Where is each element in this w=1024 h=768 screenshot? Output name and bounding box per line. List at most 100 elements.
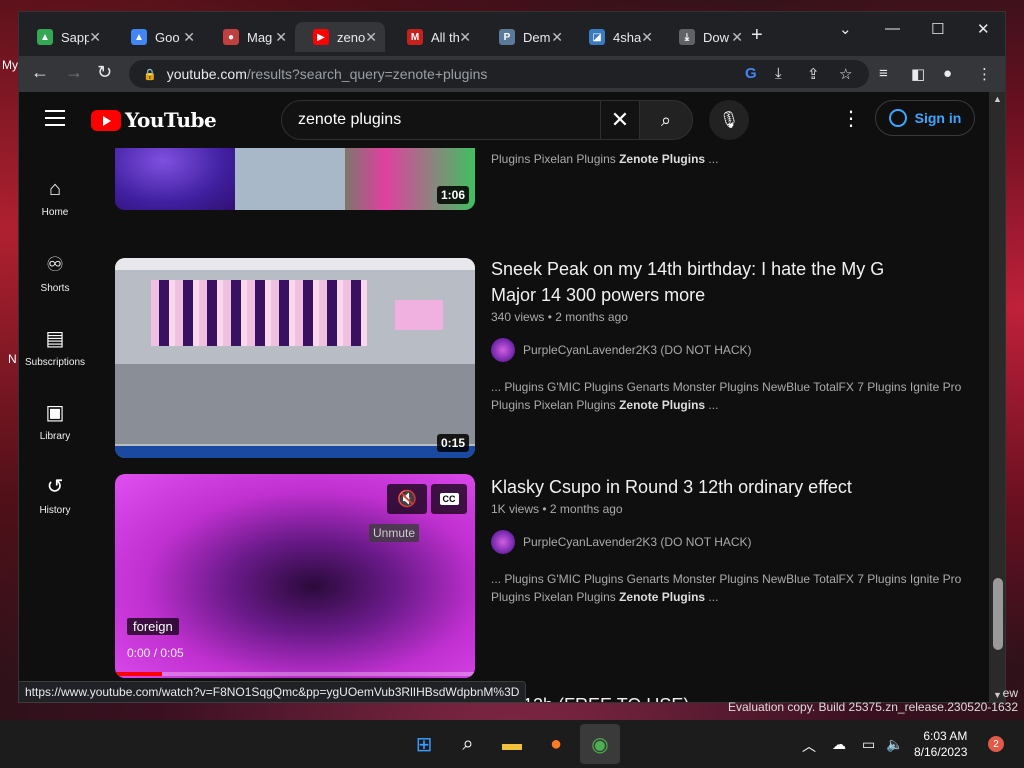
close-tab-icon[interactable]: ✕ xyxy=(551,29,563,46)
browser-tab[interactable]: ▲ Sapp ✕ xyxy=(19,22,109,52)
close-tab-icon[interactable]: ✕ xyxy=(365,29,377,46)
scroll-down-icon[interactable]: ▼ xyxy=(993,690,1002,700)
captions-button[interactable]: CC xyxy=(431,484,467,514)
media-controls-icon[interactable]: ≡ xyxy=(879,65,888,82)
close-window-button[interactable]: ✕ xyxy=(977,20,990,38)
guide-item-home[interactable]: ⌂ Home xyxy=(19,178,91,218)
tab-title: zeno xyxy=(337,29,365,45)
minimize-button[interactable]: — xyxy=(885,20,900,37)
desktop-icon-label-2: N xyxy=(8,352,17,366)
youtube-logo[interactable]: YouTube xyxy=(91,108,217,132)
close-tab-icon[interactable]: ✕ xyxy=(731,29,743,46)
channel-avatar[interactable] xyxy=(491,530,515,554)
guide-item-label: Library xyxy=(39,431,71,442)
close-tab-icon[interactable]: ✕ xyxy=(641,29,653,46)
video-snippet: ... Plugins G'MIC Plugins Genarts Monste… xyxy=(491,378,971,414)
menu-icon[interactable] xyxy=(45,110,65,131)
snippet-text: ... xyxy=(705,398,719,412)
channel-link[interactable]: PurpleCyanLavender2K3 (DO NOT HACK) xyxy=(491,530,752,554)
browser-tab[interactable]: P Dem ✕ xyxy=(481,22,571,52)
close-tab-icon[interactable]: ✕ xyxy=(459,29,471,46)
file-explorer-icon[interactable]: ▬ xyxy=(498,730,526,758)
close-tab-icon[interactable]: ✕ xyxy=(89,29,101,46)
scrollbar-thumb[interactable] xyxy=(993,578,1003,650)
tab-favicon-icon: ▶ xyxy=(313,29,329,45)
lock-icon: 🔒 xyxy=(143,68,157,81)
network-icon[interactable]: ▭ xyxy=(862,736,875,753)
back-button[interactable]: ← xyxy=(31,62,49,83)
close-tab-icon[interactable]: ✕ xyxy=(183,29,195,46)
share-icon[interactable]: ⇪ xyxy=(807,65,820,83)
tab-title: Sapp xyxy=(61,29,89,45)
chrome-taskbar-icon[interactable]: ◉ xyxy=(580,724,620,764)
guide-item-label: History xyxy=(39,505,71,516)
profile-icon[interactable]: ● xyxy=(943,65,952,82)
install-app-icon[interactable]: ⤓ xyxy=(775,65,782,82)
video-title-line: Major 14 300 powers more xyxy=(491,285,706,305)
youtube-logo-text: YouTube xyxy=(125,108,217,132)
settings-more-icon[interactable]: ⋮ xyxy=(841,106,861,131)
unmute-tooltip: Unmute xyxy=(369,524,420,542)
browser-tab[interactable]: ▲ Goo ✕ xyxy=(113,22,203,52)
guide-item-library[interactable]: ▣ Library xyxy=(19,400,91,442)
video-snippet: Plugins Pixelan Plugins Zenote Plugins .… xyxy=(491,150,971,168)
cloud-off-icon[interactable]: ☁ xyxy=(832,736,846,753)
video-meta: 1K views • 2 months ago xyxy=(491,502,623,516)
notification-badge[interactable]: 2 xyxy=(988,736,1004,752)
start-button[interactable]: ⊞ xyxy=(410,730,438,758)
guide-item-shorts[interactable]: ♾ Shorts xyxy=(19,252,91,294)
guide-item-subscriptions[interactable]: ▤ Subscriptions xyxy=(19,326,91,368)
guide-item-label: Home xyxy=(41,207,69,218)
browser-tab[interactable]: ▶ zeno ✕ xyxy=(295,22,385,52)
clear-search-icon[interactable]: ✕ xyxy=(601,100,639,140)
history-icon: ↺ xyxy=(46,476,64,498)
browser-toolbar: ← → ↻ 🔒 youtube.com/results?search_query… xyxy=(19,56,1005,92)
inline-preview-player[interactable]: 🔇 CC Unmute foreign 0:00 / 0:05 xyxy=(115,474,475,678)
side-panel-icon[interactable]: ◧ xyxy=(911,65,925,83)
guide-item-label: Subscriptions xyxy=(24,357,86,368)
video-title[interactable]: Sneek Peak on my 14th birthday: I hate t… xyxy=(491,256,891,308)
system-clock[interactable]: 6:03 AM 8/16/2023 xyxy=(914,728,967,760)
video-thumbnail[interactable]: 0:15 xyxy=(115,258,475,458)
forward-button[interactable]: → xyxy=(65,62,83,83)
video-title[interactable]: Klasky Csupo in Round 3 12th ordinary ef… xyxy=(491,474,891,500)
sign-in-button[interactable]: Sign in xyxy=(875,100,975,136)
channel-avatar[interactable] xyxy=(491,338,515,362)
snippet-highlight: Zenote Plugins xyxy=(619,398,706,412)
tab-title: Dem xyxy=(523,29,551,45)
video-meta: 340 views • 2 months ago xyxy=(491,310,628,324)
show-hidden-icons[interactable]: ︿ xyxy=(802,736,816,756)
browser-tab[interactable]: ⤓ Dow ✕ xyxy=(661,22,751,52)
youtube-play-icon xyxy=(91,109,121,131)
maximize-button[interactable]: ☐ xyxy=(931,20,944,38)
google-translate-icon[interactable]: G xyxy=(745,65,757,82)
scroll-up-icon[interactable]: ▲ xyxy=(993,94,1002,104)
browser-tab[interactable]: M All th ✕ xyxy=(389,22,479,52)
search-input[interactable]: zenote plugins xyxy=(281,100,601,140)
close-tab-icon[interactable]: ✕ xyxy=(275,29,287,46)
volume-icon[interactable]: 🔈 xyxy=(886,736,903,753)
cc-icon: CC xyxy=(439,493,459,505)
channel-link[interactable]: PurpleCyanLavender2K3 (DO NOT HACK) xyxy=(491,338,752,362)
reload-button[interactable]: ↻ xyxy=(97,62,112,83)
preview-progress-track[interactable] xyxy=(115,672,475,676)
bookmark-star-icon[interactable]: ☆ xyxy=(839,65,852,83)
video-snippet: ... Plugins G'MIC Plugins Genarts Monste… xyxy=(491,570,971,606)
browser-tab[interactable]: ◪ 4sha ✕ xyxy=(571,22,661,52)
tab-search-icon[interactable]: ⌄ xyxy=(839,20,852,38)
search-button[interactable]: ⌕ xyxy=(639,100,693,140)
browser-tab[interactable]: ● Mag ✕ xyxy=(205,22,295,52)
guide-item-history[interactable]: ↺ History xyxy=(19,474,91,516)
voice-search-button[interactable]: 🎙 xyxy=(709,100,749,140)
evaluation-watermark: ew Evaluation copy. Build 25375.zn_relea… xyxy=(728,686,1018,714)
snippet-text: ... Plugins G'MIC Plugins Genarts Monste… xyxy=(491,572,962,586)
url-path: /results?search_query=zenote+plugins xyxy=(246,66,488,82)
new-tab-button[interactable]: + xyxy=(751,24,763,47)
address-bar[interactable]: 🔒 youtube.com/results?search_query=zenot… xyxy=(129,60,869,88)
unmute-button[interactable]: 🔇 xyxy=(387,484,427,514)
search-taskbar-icon[interactable]: ⌕ xyxy=(454,730,482,758)
snippet-highlight: Zenote Plugins xyxy=(619,152,706,166)
page-scrollbar[interactable]: ▲ ▼ xyxy=(989,92,1005,702)
firefox-icon[interactable]: ● xyxy=(542,730,570,758)
chrome-menu-icon[interactable]: ⋮ xyxy=(977,65,992,83)
